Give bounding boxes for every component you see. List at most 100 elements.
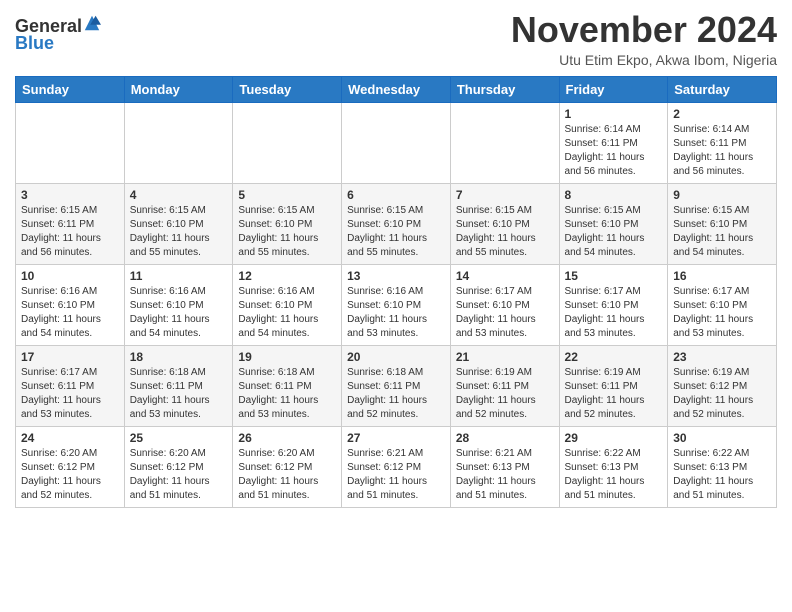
day-number: 12 [238,269,336,283]
calendar-cell: 9 Sunrise: 6:15 AM Sunset: 6:10 PM Daylig… [668,183,777,264]
day-info: Sunrise: 6:16 AM Sunset: 6:10 PM Dayligh… [130,285,228,341]
calendar-cell: 29 Sunrise: 6:22 AM Sunset: 6:13 PM Dayli… [559,426,668,507]
day-info: Sunrise: 6:15 AM Sunset: 6:10 PM Dayligh… [673,204,771,260]
day-number: 5 [238,188,336,202]
calendar-cell: 10 Sunrise: 6:16 AM Sunset: 6:10 PM Dayli… [16,264,125,345]
calendar-cell [233,102,342,183]
day-number: 10 [21,269,119,283]
day-info: Sunrise: 6:18 AM Sunset: 6:11 PM Dayligh… [347,366,445,422]
calendar-cell: 7 Sunrise: 6:15 AM Sunset: 6:10 PM Daylig… [450,183,559,264]
location: Utu Etim Ekpo, Akwa Ibom, Nigeria [511,52,777,68]
calendar-cell: 21 Sunrise: 6:19 AM Sunset: 6:11 PM Dayli… [450,345,559,426]
calendar-header-row: SundayMondayTuesdayWednesdayThursdayFrid… [16,76,777,102]
day-number: 28 [456,431,554,445]
day-info: Sunrise: 6:17 AM Sunset: 6:10 PM Dayligh… [673,285,771,341]
day-info: Sunrise: 6:14 AM Sunset: 6:11 PM Dayligh… [673,123,771,179]
logo-blue-text: Blue [15,33,54,54]
calendar-cell: 23Sunrise: 6:19 AM Sunset: 6:12 PM Dayli… [668,345,777,426]
weekday-header-saturday: Saturday [668,76,777,102]
calendar-week-row: 10 Sunrise: 6:16 AM Sunset: 6:10 PM Dayli… [16,264,777,345]
calendar-cell: 25 Sunrise: 6:20 AM Sunset: 6:12 PM Dayli… [124,426,233,507]
day-number: 7 [456,188,554,202]
calendar-cell: 24 Sunrise: 6:20 AM Sunset: 6:12 PM Dayli… [16,426,125,507]
day-number: 26 [238,431,336,445]
day-number: 19 [238,350,336,364]
day-number: 24 [21,431,119,445]
calendar-cell: 27 Sunrise: 6:21 AM Sunset: 6:12 PM Dayli… [342,426,451,507]
day-number: 17 [21,350,119,364]
day-number: 16 [673,269,771,283]
day-info: Sunrise: 6:16 AM Sunset: 6:10 PM Dayligh… [347,285,445,341]
calendar-cell: 19 Sunrise: 6:18 AM Sunset: 6:11 PM Dayli… [233,345,342,426]
day-info: Sunrise: 6:16 AM Sunset: 6:10 PM Dayligh… [238,285,336,341]
day-number: 3 [21,188,119,202]
day-number: 27 [347,431,445,445]
day-number: 11 [130,269,228,283]
calendar-week-row: 24 Sunrise: 6:20 AM Sunset: 6:12 PM Dayli… [16,426,777,507]
calendar-cell: 8 Sunrise: 6:15 AM Sunset: 6:10 PM Daylig… [559,183,668,264]
day-number: 25 [130,431,228,445]
weekday-header-sunday: Sunday [16,76,125,102]
day-info: Sunrise: 6:20 AM Sunset: 6:12 PM Dayligh… [21,447,119,503]
calendar-cell: 22 Sunrise: 6:19 AM Sunset: 6:11 PM Dayli… [559,345,668,426]
calendar-cell: 14 Sunrise: 6:17 AM Sunset: 6:10 PM Dayli… [450,264,559,345]
day-info: Sunrise: 6:15 AM Sunset: 6:11 PM Dayligh… [21,204,119,260]
day-info: Sunrise: 6:21 AM Sunset: 6:13 PM Dayligh… [456,447,554,503]
day-info: Sunrise: 6:15 AM Sunset: 6:10 PM Dayligh… [130,204,228,260]
day-info: Sunrise: 6:20 AM Sunset: 6:12 PM Dayligh… [130,447,228,503]
day-number: 8 [565,188,663,202]
weekday-header-friday: Friday [559,76,668,102]
calendar-cell: 15Sunrise: 6:17 AM Sunset: 6:10 PM Dayli… [559,264,668,345]
calendar-cell: 20 Sunrise: 6:18 AM Sunset: 6:11 PM Dayli… [342,345,451,426]
calendar-cell: 1Sunrise: 6:14 AM Sunset: 6:11 PM Daylig… [559,102,668,183]
day-number: 22 [565,350,663,364]
calendar-cell: 12 Sunrise: 6:16 AM Sunset: 6:10 PM Dayli… [233,264,342,345]
day-number: 20 [347,350,445,364]
day-number: 6 [347,188,445,202]
logo: General Blue [15,14,101,54]
day-info: Sunrise: 6:17 AM Sunset: 6:10 PM Dayligh… [456,285,554,341]
calendar-week-row: 3 Sunrise: 6:15 AM Sunset: 6:11 PM Daylig… [16,183,777,264]
day-info: Sunrise: 6:15 AM Sunset: 6:10 PM Dayligh… [456,204,554,260]
calendar-cell [342,102,451,183]
logo-icon [83,14,101,32]
day-number: 13 [347,269,445,283]
day-info: Sunrise: 6:20 AM Sunset: 6:12 PM Dayligh… [238,447,336,503]
calendar-week-row: 1Sunrise: 6:14 AM Sunset: 6:11 PM Daylig… [16,102,777,183]
day-info: Sunrise: 6:18 AM Sunset: 6:11 PM Dayligh… [238,366,336,422]
day-info: Sunrise: 6:22 AM Sunset: 6:13 PM Dayligh… [565,447,663,503]
calendar-cell: 5 Sunrise: 6:15 AM Sunset: 6:10 PM Daylig… [233,183,342,264]
calendar-cell: 2 Sunrise: 6:14 AM Sunset: 6:11 PM Daylig… [668,102,777,183]
day-number: 18 [130,350,228,364]
day-info: Sunrise: 6:15 AM Sunset: 6:10 PM Dayligh… [347,204,445,260]
calendar-cell: 11 Sunrise: 6:16 AM Sunset: 6:10 PM Dayli… [124,264,233,345]
day-number: 29 [565,431,663,445]
weekday-header-wednesday: Wednesday [342,76,451,102]
calendar-week-row: 17Sunrise: 6:17 AM Sunset: 6:11 PM Dayli… [16,345,777,426]
calendar-cell [124,102,233,183]
day-number: 21 [456,350,554,364]
day-info: Sunrise: 6:18 AM Sunset: 6:11 PM Dayligh… [130,366,228,422]
day-info: Sunrise: 6:19 AM Sunset: 6:11 PM Dayligh… [565,366,663,422]
calendar-cell: 6 Sunrise: 6:15 AM Sunset: 6:10 PM Daylig… [342,183,451,264]
day-number: 23 [673,350,771,364]
calendar-cell: 4Sunrise: 6:15 AM Sunset: 6:10 PM Daylig… [124,183,233,264]
calendar-cell: 18 Sunrise: 6:18 AM Sunset: 6:11 PM Dayli… [124,345,233,426]
day-info: Sunrise: 6:19 AM Sunset: 6:11 PM Dayligh… [456,366,554,422]
day-info: Sunrise: 6:15 AM Sunset: 6:10 PM Dayligh… [238,204,336,260]
day-number: 30 [673,431,771,445]
title-area: November 2024 Utu Etim Ekpo, Akwa Ibom, … [511,10,777,68]
weekday-header-thursday: Thursday [450,76,559,102]
day-number: 2 [673,107,771,121]
day-number: 9 [673,188,771,202]
calendar-table: SundayMondayTuesdayWednesdayThursdayFrid… [15,76,777,508]
day-info: Sunrise: 6:14 AM Sunset: 6:11 PM Dayligh… [565,123,663,179]
calendar-cell: 26 Sunrise: 6:20 AM Sunset: 6:12 PM Dayli… [233,426,342,507]
day-info: Sunrise: 6:21 AM Sunset: 6:12 PM Dayligh… [347,447,445,503]
day-info: Sunrise: 6:15 AM Sunset: 6:10 PM Dayligh… [565,204,663,260]
calendar-cell: 16 Sunrise: 6:17 AM Sunset: 6:10 PM Dayli… [668,264,777,345]
day-info: Sunrise: 6:16 AM Sunset: 6:10 PM Dayligh… [21,285,119,341]
day-number: 15 [565,269,663,283]
calendar-cell: 28 Sunrise: 6:21 AM Sunset: 6:13 PM Dayli… [450,426,559,507]
day-number: 14 [456,269,554,283]
